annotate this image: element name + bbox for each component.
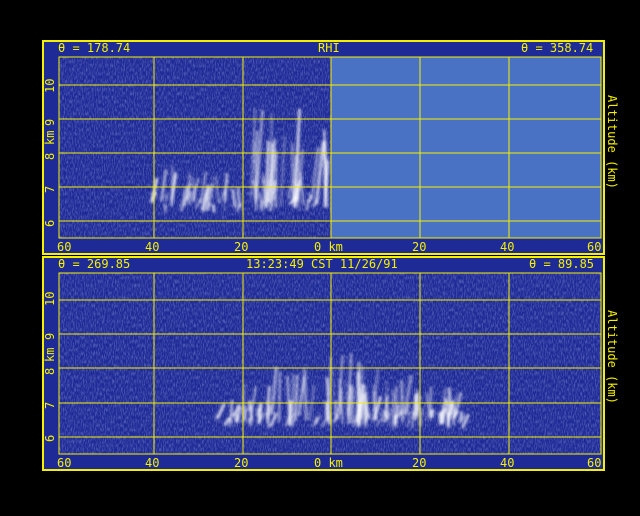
bottom-ytick-7: 7	[44, 402, 56, 409]
echo-streak	[349, 384, 351, 424]
bottom-left-angle: θ = 269.85	[58, 258, 130, 270]
bottom-ytick-6: 6	[44, 435, 56, 442]
bottom-ytick-10: 10	[44, 292, 56, 306]
echo-streak	[214, 204, 215, 212]
top-right-axis-label: Altitude (km)	[606, 95, 618, 189]
echo-streak	[216, 414, 217, 422]
echo-streak	[279, 372, 280, 423]
bottom-xtick: 40	[500, 457, 514, 469]
top-panel	[43, 41, 604, 254]
top-ytick-10: 10	[44, 79, 56, 93]
top-left-angle: θ = 178.74	[58, 42, 130, 54]
echo-streak	[335, 402, 336, 418]
bottom-xtick: 20	[234, 457, 248, 469]
echo-streak	[305, 369, 307, 421]
bottom-xtick: 40	[145, 457, 159, 469]
echo-streak	[267, 141, 269, 208]
echo-streak	[292, 143, 293, 201]
top-yunit: km	[44, 131, 56, 145]
bottom-xtick: 20	[412, 457, 426, 469]
echo-streak	[448, 413, 450, 421]
bottom-timestamp: 13:23:49 CST 11/26/91	[246, 258, 398, 270]
echo-streak	[165, 204, 166, 212]
bottom-ytick-9: 9	[44, 333, 56, 340]
bottom-yunit: km	[44, 348, 56, 362]
top-xtick: 20	[412, 241, 426, 253]
top-xtick: 20	[234, 241, 248, 253]
top-ytick-6: 6	[44, 220, 56, 227]
top-xtick: 60	[57, 241, 71, 253]
top-ytick-9: 9	[44, 119, 56, 126]
echo-streak	[172, 166, 173, 201]
bottom-xtick: 60	[57, 457, 71, 469]
echo-streak	[309, 194, 310, 202]
rhi-display: θ = 178.74 RHI θ = 358.74 θ = 269.85 13:…	[0, 0, 640, 512]
top-right-angle: θ = 358.74	[521, 42, 593, 54]
bottom-panel	[43, 257, 604, 470]
no-data-region	[331, 57, 601, 238]
bottom-ytick-8: 8	[44, 368, 56, 375]
bottom-xtick: 60	[587, 457, 601, 469]
top-xtick: 40	[145, 241, 159, 253]
top-title: RHI	[318, 42, 340, 54]
echo-streak	[325, 141, 327, 208]
echo-streak	[402, 380, 403, 423]
echo-streak	[307, 199, 309, 210]
bottom-xtick: 0 km	[314, 457, 343, 469]
echo-streak	[267, 400, 268, 428]
top-xtick: 60	[587, 241, 601, 253]
echo-streak	[258, 408, 259, 417]
radar-scope	[0, 0, 640, 512]
bottom-right-angle: θ = 89.85	[529, 258, 594, 270]
echo-streak	[231, 400, 232, 424]
top-ytick-7: 7	[44, 186, 56, 193]
bottom-right-axis-label: Altitude (km)	[606, 310, 618, 404]
echo-streak	[443, 411, 444, 424]
top-xtick: 0 km	[314, 241, 343, 253]
echo-streak	[352, 387, 353, 423]
top-ytick-8: 8	[44, 153, 56, 160]
top-xtick: 40	[500, 241, 514, 253]
